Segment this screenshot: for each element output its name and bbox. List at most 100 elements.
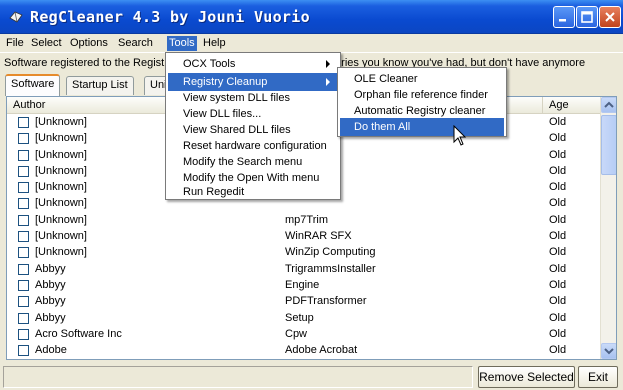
menu-select[interactable]: Select [29,36,64,51]
table-row[interactable]: Acro Software Inc Cpw Old [7,326,601,342]
row-name: Setup [285,311,314,324]
row-author: [Unknown] [35,148,87,161]
table-row[interactable]: Abbyy Setup Old [7,310,601,326]
row-checkbox[interactable] [18,231,29,243]
minimize-button[interactable] [553,6,575,28]
table-row[interactable]: Adobe CommonFiles Old [7,358,601,359]
exit-button[interactable]: Exit [578,366,618,388]
table-row[interactable]: Abbyy TrigrammsInstaller Old [7,261,601,277]
row-age: Old [549,278,567,291]
tab-startup-list[interactable]: Startup List [66,76,134,95]
registered-text: Software registered to the Registr [4,57,168,69]
table-row[interactable]: [Unknown] WinRAR SFX Old [7,228,601,244]
scroll-down-button[interactable] [601,343,616,359]
row-name: Cpw [285,327,308,340]
row-checkbox[interactable] [18,296,29,308]
row-age: Old [549,213,567,226]
row-author: Adobe [35,344,67,357]
row-author: [Unknown] [35,197,87,210]
vertical-scrollbar[interactable] [600,97,616,359]
row-author: [Unknown] [35,246,87,259]
row-age: Old [549,132,567,145]
row-checkbox[interactable] [18,165,29,177]
row-checkbox[interactable] [18,182,29,194]
row-author: Abbyy [35,278,66,291]
menu-search[interactable]: Search [116,36,155,51]
menu-file[interactable]: File [4,36,26,51]
row-age: Old [549,344,567,357]
close-icon [605,12,615,22]
row-author: Acro Software Inc [35,327,122,340]
row-checkbox[interactable] [18,133,29,145]
row-name: WinRAR SFX [285,230,352,243]
row-author: [Unknown] [35,181,87,194]
row-author: Abbyy [35,262,66,275]
chevron-down-icon [604,348,614,355]
submenu-arrow-icon [326,60,330,68]
row-name: CommonFiles [285,358,353,359]
menu-item-run-regedit[interactable]: Run Regedit [168,183,338,201]
registry-cleanup-submenu: OLE Cleaner Orphan file reference finder… [337,67,507,137]
row-name: PDFTransformer [285,295,367,308]
menu-item-ocx-tools[interactable]: OCX Tools [168,55,338,73]
row-name: Engine [285,278,320,291]
scroll-up-button[interactable] [601,97,616,113]
regcleaner-window: RegCleaner 4.3 by Jouni Vuorio File Sele… [0,0,623,390]
row-author: Abbyy [35,295,66,308]
row-age: Old [549,181,567,194]
row-age: Old [549,262,567,275]
table-row[interactable]: Abbyy PDFTransformer Old [7,293,601,309]
row-age: Old [549,295,567,308]
row-checkbox[interactable] [18,117,29,128]
column-age[interactable]: Age [543,97,601,114]
menu-options[interactable]: Options [68,36,110,51]
row-age: Old [549,327,567,340]
row-name: TrigrammsInstaller [285,262,376,275]
row-checkbox[interactable] [18,312,29,324]
tools-menu: OCX Tools Registry Cleanup View system D… [165,52,341,200]
menu-tools[interactable]: Tools [167,36,197,51]
chevron-up-icon [604,101,614,108]
row-author: [Unknown] [35,213,87,226]
row-checkbox[interactable] [18,214,29,226]
row-checkbox[interactable] [18,345,29,357]
row-age: Old [549,116,567,128]
table-row[interactable]: Adobe Adobe Acrobat Old [7,342,601,358]
row-checkbox[interactable] [18,149,29,161]
table-row[interactable]: Abbyy Engine Old [7,277,601,293]
row-author: Abbyy [35,311,66,324]
tab-software[interactable]: Software [5,74,61,96]
row-name: WinZip Computing [285,246,376,259]
row-author: [Unknown] [35,132,87,145]
row-age: Old [549,197,567,210]
row-author: Adobe [35,358,67,359]
table-row[interactable]: [Unknown] mp7Trim Old [7,212,601,228]
row-age: Old [549,148,567,161]
row-checkbox[interactable] [18,328,29,340]
menu-item-do-them-all[interactable]: Do them All [340,118,504,136]
row-age: Old [549,164,567,177]
row-checkbox[interactable] [18,263,29,275]
menu-bar: File Select Options Search Tools Help [0,34,623,52]
menu-help[interactable]: Help [201,36,228,51]
row-age: Old [549,311,567,324]
mouse-cursor-icon [453,125,467,146]
row-checkbox[interactable] [18,247,29,259]
row-checkbox[interactable] [18,198,29,210]
row-age: Old [549,358,566,359]
maximize-button[interactable] [576,6,598,28]
maximize-icon [581,11,593,23]
row-age: Old [549,230,567,243]
table-row[interactable]: [Unknown] WinZip Computing Old [7,244,601,260]
row-checkbox[interactable] [18,279,29,291]
row-name: mp7Trim [285,213,328,226]
submenu-arrow-icon [326,78,330,86]
window-title: RegCleaner 4.3 by Jouni Vuorio [30,8,310,26]
status-bar: Remove Selected Exit [0,362,623,390]
close-button[interactable] [599,6,621,28]
row-age: Old [549,246,567,259]
title-bar[interactable]: RegCleaner 4.3 by Jouni Vuorio [0,0,623,34]
remove-selected-button[interactable]: Remove Selected [478,366,575,388]
scroll-thumb[interactable] [601,115,616,175]
row-author: [Unknown] [35,230,87,243]
